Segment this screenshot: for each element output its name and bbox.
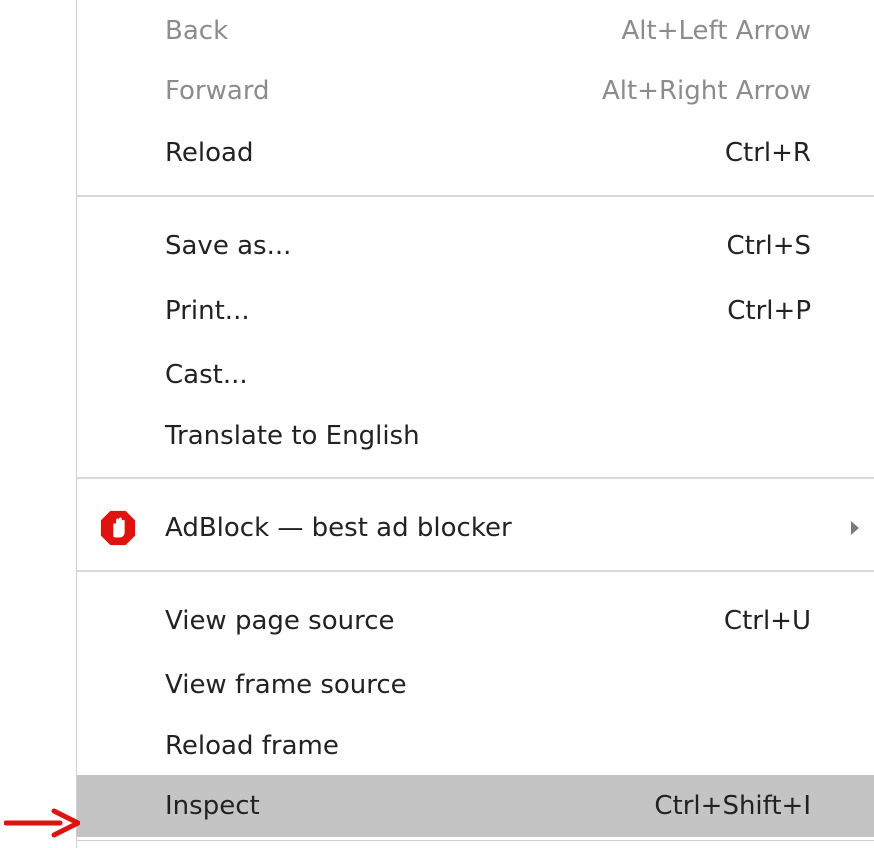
menu-item-view-page-source[interactable]: View page source Ctrl+U [77,590,874,652]
menu-bottom-border [76,840,874,841]
menu-separator [77,477,874,479]
menu-item-print[interactable]: Print... Ctrl+P [77,280,874,342]
menu-item-save-as[interactable]: Save as... Ctrl+S [77,215,874,277]
submenu-arrow-icon [851,521,859,535]
menu-item-label: Back [165,16,229,46]
menu-item-label: View frame source [165,670,407,700]
menu-item-shortcut: Ctrl+P [727,296,811,326]
red-pointer-arrow-icon [4,808,80,838]
menu-item-shortcut: Ctrl+U [723,606,811,636]
menu-item-label: Save as... [165,231,292,261]
context-menu: Back Alt+Left Arrow Forward Alt+Right Ar… [76,0,874,848]
menu-item-shortcut: Ctrl+R [724,138,811,168]
menu-item-reload-frame[interactable]: Reload frame [77,715,874,777]
menu-item-label: Cast... [165,360,248,390]
menu-item-view-frame-source[interactable]: View frame source [77,654,874,716]
menu-item-label: AdBlock — best ad blocker [165,513,512,543]
menu-item-shortcut: Alt+Left Arrow [621,16,811,46]
menu-item-label: Translate to English [165,421,420,451]
menu-item-inspect[interactable]: Inspect Ctrl+Shift+I [77,775,874,837]
menu-item-label: Print... [165,296,250,326]
menu-item-label: Reload [165,138,254,168]
menu-item-reload[interactable]: Reload Ctrl+R [77,122,874,184]
menu-item-shortcut: Ctrl+S [726,231,811,261]
menu-item-translate[interactable]: Translate to English [77,405,874,467]
menu-item-forward[interactable]: Forward Alt+Right Arrow [77,60,874,122]
menu-separator [77,195,874,197]
menu-item-label: Forward [165,76,270,106]
menu-item-label: Reload frame [165,731,339,761]
menu-item-label: View page source [165,606,395,636]
menu-separator [77,570,874,572]
adblock-hand-icon [100,510,136,546]
menu-item-shortcut: Ctrl+Shift+I [654,791,811,821]
menu-item-shortcut: Alt+Right Arrow [601,76,811,106]
menu-item-adblock[interactable]: AdBlock — best ad blocker [77,497,874,559]
menu-item-cast[interactable]: Cast... [77,344,874,406]
menu-item-back[interactable]: Back Alt+Left Arrow [77,0,874,62]
menu-item-label: Inspect [165,791,260,821]
